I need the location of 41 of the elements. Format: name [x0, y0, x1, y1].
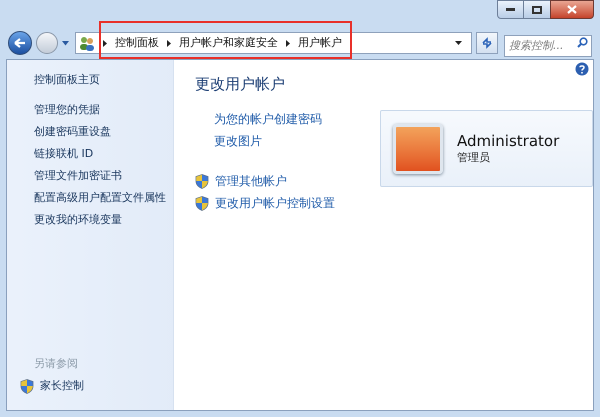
link[interactable]: 更改图片 [214, 133, 262, 149]
account-role: 管理员 [457, 151, 491, 165]
back-arrow-icon [14, 38, 26, 48]
help-icon[interactable] [575, 62, 589, 76]
sidebar-link[interactable]: 配置高级用户配置文件属性 [34, 190, 173, 206]
shield-icon [195, 196, 209, 210]
minimize-button[interactable] [497, 0, 524, 19]
refresh-button[interactable] [476, 32, 498, 54]
sidebar-link[interactable]: 家长控制 [40, 378, 84, 394]
avatar-picture [393, 124, 443, 174]
sidebar-link[interactable]: 控制面板主页 [34, 72, 173, 88]
sidebar-link[interactable]: 链接联机 ID [34, 146, 173, 162]
sidebar-link[interactable]: 更改我的环境变量 [34, 212, 173, 228]
chevron-icon [167, 40, 171, 46]
maximize-icon [532, 6, 542, 14]
back-button[interactable] [8, 31, 32, 55]
section-heading: 另请参阅 [34, 356, 79, 372]
breadcrumb[interactable]: 用户帐户 [298, 34, 342, 52]
shield-icon [195, 174, 209, 188]
users-icon [79, 35, 95, 51]
search-icon [577, 37, 588, 48]
breadcrumb[interactable]: 用户帐户和家庭安全 [179, 34, 278, 52]
sidebar-link[interactable]: 管理您的凭据 [34, 102, 173, 118]
chevron-icon [103, 40, 107, 46]
link[interactable]: 更改用户帐户控制设置 [215, 195, 335, 211]
address-bar[interactable]: 控制面板 用户帐户和家庭安全 用户帐户 [75, 32, 472, 54]
maximize-button[interactable] [524, 0, 550, 19]
minimize-icon [506, 8, 515, 11]
sidebar-link[interactable]: 管理文件加密证书 [34, 168, 173, 184]
dropdown-caret-icon[interactable] [455, 41, 462, 45]
link[interactable]: 为您的帐户创建密码 [214, 111, 322, 127]
close-button[interactable] [550, 0, 594, 19]
search-field[interactable]: 搜索控制... [504, 34, 592, 56]
sidebar-link[interactable]: 创建密码重设盘 [34, 124, 173, 140]
breadcrumb[interactable]: 控制面板 [115, 34, 159, 52]
close-icon [567, 5, 577, 14]
shield-icon [20, 378, 34, 394]
link[interactable]: 管理其他帐户 [215, 173, 287, 189]
page-title: 更改用户帐户 [195, 74, 286, 94]
chevron-icon [286, 40, 290, 46]
account-name: Administrator [457, 132, 560, 151]
